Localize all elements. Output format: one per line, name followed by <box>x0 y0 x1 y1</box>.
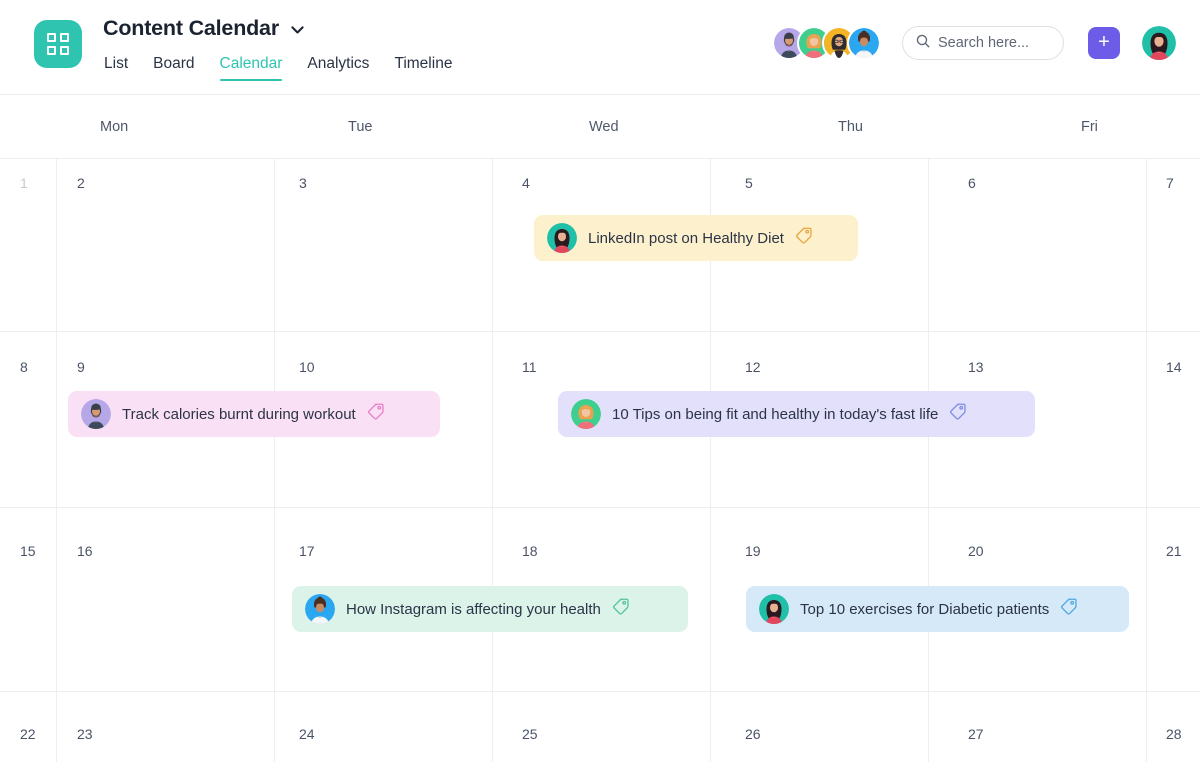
event-avatar-10-tips <box>571 399 601 429</box>
day-cell-8[interactable]: 8 <box>20 359 28 375</box>
day-cell-24[interactable]: 24 <box>299 726 315 742</box>
day-cell-19[interactable]: 19 <box>745 543 761 559</box>
week-divider <box>0 507 1200 508</box>
day-cell-20[interactable]: 20 <box>968 543 984 559</box>
event-title: LinkedIn post on Healthy Diet <box>588 229 784 247</box>
day-cell-22[interactable]: 22 <box>20 726 36 742</box>
tag-icon[interactable] <box>1059 597 1078 621</box>
day-cell-21[interactable]: 21 <box>1166 543 1182 559</box>
day-cell-14[interactable]: 14 <box>1166 359 1182 375</box>
day-cell-13[interactable]: 13 <box>968 359 984 375</box>
event-avatar-top-10-exercises <box>759 594 789 624</box>
chevron-down-icon[interactable] <box>289 21 306 38</box>
tag-icon[interactable] <box>611 597 630 621</box>
column-divider <box>56 159 57 762</box>
day-cell-7[interactable]: 7 <box>1166 175 1174 191</box>
day-cell-9[interactable]: 9 <box>77 359 85 375</box>
day-cell-1[interactable]: 1 <box>20 175 28 191</box>
event-avatar-linkedin-post <box>547 223 577 253</box>
day-cell-17[interactable]: 17 <box>299 543 315 559</box>
day-cell-4[interactable]: 4 <box>522 175 530 191</box>
search-placeholder: Search here... <box>938 35 1030 51</box>
day-cell-18[interactable]: 18 <box>522 543 538 559</box>
current-user-avatar[interactable] <box>1142 26 1176 60</box>
day-cell-12[interactable]: 12 <box>745 359 761 375</box>
member-avatar-stack[interactable] <box>772 26 881 60</box>
event-card-how-instagram[interactable]: How Instagram is affecting your health <box>292 586 688 632</box>
member-avatar-4[interactable] <box>847 26 881 60</box>
event-avatar-track-calories <box>81 399 111 429</box>
header-right: Search here... + <box>772 26 1176 60</box>
day-cell-5[interactable]: 5 <box>745 175 753 191</box>
app-logo[interactable] <box>34 20 82 68</box>
day-cell-11[interactable]: 11 <box>522 359 537 375</box>
weekday-mon: Mon <box>100 119 129 135</box>
calendar-view: Mon Tue Wed Thu Fri 1 2 3 4 5 6 7 Linked… <box>0 95 1200 762</box>
weekday-tue: Tue <box>348 119 373 135</box>
column-divider <box>928 159 929 762</box>
event-avatar-how-instagram <box>305 594 335 624</box>
tag-icon[interactable] <box>794 226 813 250</box>
page-title: Content Calendar <box>103 16 279 40</box>
event-title: Top 10 exercises for Diabetic patients <box>800 600 1050 618</box>
day-cell-3[interactable]: 3 <box>299 175 307 191</box>
day-cell-26[interactable]: 26 <box>745 726 761 742</box>
tag-icon[interactable] <box>366 402 385 426</box>
event-card-track-calories[interactable]: Track calories burnt during workout <box>68 391 440 437</box>
search-input[interactable]: Search here... <box>902 26 1064 60</box>
search-icon <box>915 33 931 54</box>
day-cell-16[interactable]: 16 <box>77 543 93 559</box>
event-card-top-10-exercises[interactable]: Top 10 exercises for Diabetic patients <box>746 586 1129 632</box>
weekday-wed: Wed <box>589 119 619 135</box>
day-cell-10[interactable]: 10 <box>299 359 315 375</box>
week-divider <box>0 691 1200 692</box>
day-cell-28[interactable]: 28 <box>1166 726 1182 742</box>
day-cell-15[interactable]: 15 <box>20 543 36 559</box>
day-cell-25[interactable]: 25 <box>522 726 538 742</box>
event-title: How Instagram is affecting your health <box>346 600 601 618</box>
app-header: Content Calendar List Board Calendar Ana… <box>0 0 1200 95</box>
add-button[interactable]: + <box>1088 27 1120 59</box>
event-card-linkedin-post[interactable]: LinkedIn post on Healthy Diet <box>534 215 858 261</box>
event-title: Track calories burnt during workout <box>122 405 356 423</box>
view-tabs: List Board Calendar Analytics Timeline <box>104 55 452 81</box>
day-cell-23[interactable]: 23 <box>77 726 93 742</box>
grid-squares-icon <box>47 33 69 55</box>
event-title: 10 Tips on being fit and healthy in toda… <box>612 405 939 423</box>
plus-icon: + <box>1098 31 1110 53</box>
tab-timeline[interactable]: Timeline <box>394 55 452 81</box>
tab-board[interactable]: Board <box>153 55 194 81</box>
day-cell-2[interactable]: 2 <box>77 175 85 191</box>
weekday-thu: Thu <box>838 119 863 135</box>
calendar-grid: 1 2 3 4 5 6 7 LinkedIn post on Healthy D… <box>0 159 1200 762</box>
column-divider <box>1146 159 1147 762</box>
week-divider <box>0 331 1200 332</box>
event-card-10-tips[interactable]: 10 Tips on being fit and healthy in toda… <box>558 391 1035 437</box>
day-cell-27[interactable]: 27 <box>968 726 984 742</box>
tab-analytics[interactable]: Analytics <box>307 55 369 81</box>
column-divider <box>492 159 493 762</box>
day-cell-6[interactable]: 6 <box>968 175 976 191</box>
column-divider <box>274 159 275 762</box>
title-row: Content Calendar <box>103 16 306 41</box>
tag-icon[interactable] <box>948 402 967 426</box>
tab-list[interactable]: List <box>104 55 128 81</box>
weekday-header-row: Mon Tue Wed Thu Fri <box>0 95 1200 159</box>
weekday-fri: Fri <box>1081 119 1098 135</box>
tab-calendar[interactable]: Calendar <box>219 55 282 81</box>
